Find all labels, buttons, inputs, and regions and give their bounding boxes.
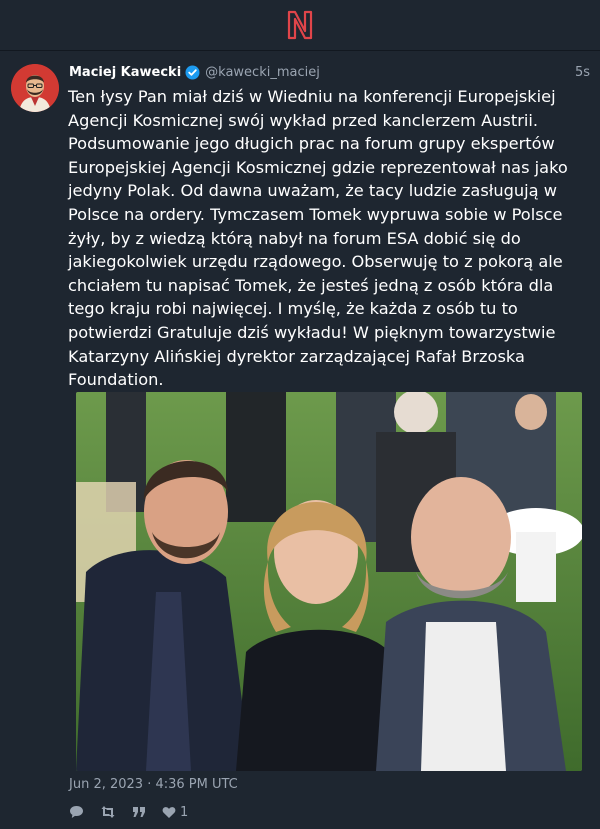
tweet-photo[interactable] — [76, 392, 582, 771]
tweet: Maciej Kawecki @kawecki_maciej 5s Ten ły… — [0, 52, 600, 829]
author-name[interactable]: Maciej Kawecki — [69, 65, 181, 80]
retweet-button[interactable] — [100, 805, 120, 819]
tweet-date[interactable]: Jun 2, 2023 · 4:36 PM UTC — [69, 777, 238, 792]
tweet-stats: 1 — [69, 803, 188, 821]
top-navbar — [0, 0, 600, 51]
relative-time[interactable]: 5s — [575, 65, 590, 80]
reply-button[interactable] — [69, 805, 88, 819]
quote-icon — [132, 806, 146, 818]
retweet-icon — [100, 805, 116, 819]
verified-badge-icon — [185, 65, 200, 80]
nitter-logo-icon[interactable] — [286, 9, 314, 41]
quote-button[interactable] — [132, 806, 150, 818]
like-button[interactable]: 1 — [162, 805, 188, 820]
heart-icon — [162, 806, 176, 819]
tweet-text: Ten łysy Pan miał dziś w Wiedniu na konf… — [68, 87, 568, 390]
author-handle[interactable]: @kawecki_maciej — [205, 65, 320, 80]
tweet-header: Maciej Kawecki @kawecki_maciej 5s — [69, 62, 590, 82]
comment-icon — [69, 805, 84, 819]
avatar[interactable] — [11, 64, 59, 112]
like-count: 1 — [180, 804, 189, 820]
